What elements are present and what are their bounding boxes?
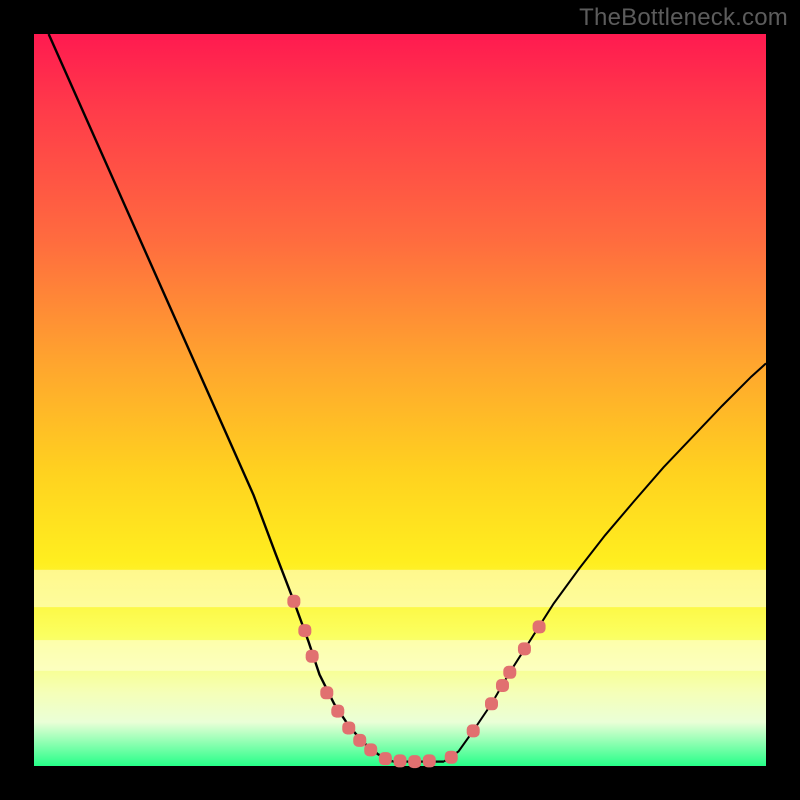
data-marker [485, 697, 498, 710]
chart-svg [34, 34, 766, 766]
data-marker [533, 620, 546, 633]
watermark-text: TheBottleneck.com [579, 4, 788, 32]
data-marker [467, 724, 480, 737]
data-marker [353, 734, 366, 747]
markers-group [287, 595, 545, 768]
pale-band [34, 570, 766, 607]
data-marker [320, 686, 333, 699]
chart-frame: TheBottleneck.com [0, 0, 800, 800]
data-marker [306, 650, 319, 663]
data-marker [379, 752, 392, 765]
data-marker [342, 721, 355, 734]
data-marker [503, 666, 516, 679]
data-marker [423, 754, 436, 767]
data-marker [287, 595, 300, 608]
plot-area [34, 34, 766, 766]
pale-band [34, 640, 766, 671]
pale-bands-group [34, 570, 766, 671]
data-marker [364, 743, 377, 756]
data-marker [518, 642, 531, 655]
data-marker [331, 705, 344, 718]
data-marker [408, 755, 421, 768]
data-marker [394, 754, 407, 767]
data-marker [298, 624, 311, 637]
data-marker [445, 751, 458, 764]
data-marker [496, 679, 509, 692]
